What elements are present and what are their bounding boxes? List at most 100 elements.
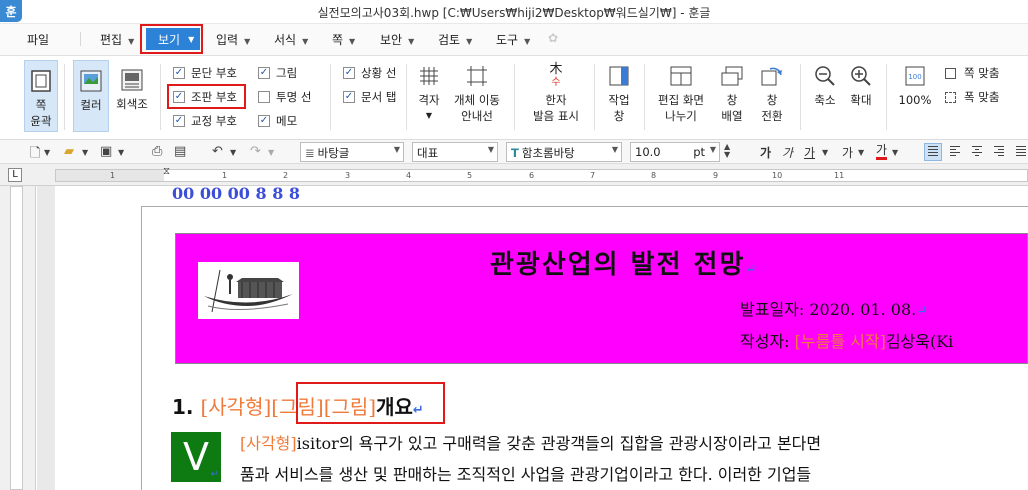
- chevron-down-icon: ▼: [709, 145, 716, 154]
- zoom-100-button[interactable]: 100 100%: [894, 62, 936, 108]
- size-stepper-icon[interactable]: ▲ ▼: [724, 143, 730, 159]
- indent-marker-icon[interactable]: ⧖: [163, 166, 170, 177]
- extra-icon[interactable]: ✿: [548, 31, 558, 45]
- chevron-down-icon[interactable]: ▼: [230, 148, 236, 157]
- menu-format[interactable]: 서식 ▼: [274, 31, 308, 48]
- checkbox: ✓: [258, 115, 270, 127]
- menu-file[interactable]: 파일: [27, 31, 49, 48]
- redo-icon[interactable]: ↷: [250, 144, 261, 159]
- align-center-button[interactable]: [968, 143, 986, 161]
- window-switch-button[interactable]: 창 전환: [754, 62, 790, 124]
- menu-review[interactable]: 검토 ▼: [438, 31, 472, 48]
- bold-button[interactable]: 가: [760, 144, 771, 161]
- chevron-down-icon[interactable]: ▼: [44, 148, 50, 157]
- menu-security[interactable]: 보안 ▼: [380, 31, 414, 48]
- style-select[interactable]: ≣ 바탕글 ▼: [300, 142, 404, 162]
- menu-page[interactable]: 쪽 ▼: [332, 31, 355, 48]
- strikethrough-button[interactable]: 가: [842, 144, 853, 161]
- save-icon[interactable]: ▣: [100, 144, 112, 159]
- hanja-icon: 木수: [549, 61, 563, 88]
- chevron-down-icon[interactable]: ▼: [858, 148, 864, 157]
- checkbox-paragraph-mark[interactable]: ✓ 문단 부호: [173, 65, 237, 81]
- page-outline-button[interactable]: 쪽 윤곽: [24, 60, 58, 132]
- font-color-button[interactable]: 가: [876, 144, 888, 160]
- ribbon-separator: [64, 64, 65, 130]
- fit-page-label: 쪽 맞춤: [964, 66, 1000, 80]
- author-line[interactable]: 작성자: [누름틀 시작]김상욱(Ki: [740, 328, 953, 352]
- chevron-down-icon[interactable]: ▼: [892, 148, 898, 157]
- chevron-down-icon[interactable]: ▼: [268, 148, 274, 157]
- open-folder-icon[interactable]: ▰: [64, 144, 74, 159]
- body-paragraph-line[interactable]: [사각형]isitor의 욕구가 있고 구매력을 갖춘 관광객들의 집합을 관광…: [240, 430, 821, 454]
- checkbox-transparent-line[interactable]: 투명 선: [258, 89, 311, 105]
- fit-page-button[interactable]: 쪽 맞춤: [945, 65, 999, 81]
- hanja-pronunciation-button[interactable]: 木수 한자 발음 표시: [525, 62, 587, 124]
- highlight-box-layout-mark: [167, 84, 246, 109]
- drop-cap-box[interactable]: V ↵: [171, 432, 221, 482]
- split-screen-button[interactable]: 편집 화면 나누기: [652, 62, 710, 124]
- boat-image[interactable]: [198, 262, 299, 319]
- margin-guide: [141, 206, 142, 490]
- checkbox-status-line[interactable]: ✓ 상황 선: [343, 65, 396, 81]
- color-label: 컬러: [80, 98, 102, 112]
- align-right-button[interactable]: [990, 143, 1008, 161]
- grayscale-label: 회색조: [116, 97, 148, 111]
- date-line[interactable]: 발표일자: 2020. 01. 08.↵: [740, 296, 927, 320]
- chevron-down-icon[interactable]: ▼: [82, 148, 88, 157]
- work-window-button[interactable]: 작업 창: [602, 62, 636, 124]
- color-view-button[interactable]: 컬러: [73, 60, 109, 132]
- zoom-out-button[interactable]: 축소: [808, 62, 842, 108]
- checkbox: ✓: [173, 67, 185, 79]
- font-type-icon: T: [511, 146, 519, 160]
- preview-icon[interactable]: ▤: [174, 144, 186, 159]
- menu-edit[interactable]: 편집 ▼: [100, 31, 134, 48]
- checkbox-label: 상황 선: [361, 66, 397, 80]
- date-value: 2020. 01. 08.: [809, 300, 917, 319]
- checkbox-memo[interactable]: ✓ 메모: [258, 113, 297, 129]
- grid-button[interactable]: 격자 ▼: [412, 62, 446, 124]
- undo-icon[interactable]: ↶: [212, 144, 223, 159]
- grid-label: 격자: [418, 93, 440, 107]
- page-outline-icon: [27, 67, 55, 95]
- body-paragraph-line[interactable]: 품과 서비스를 생산 및 판매하는 조직적인 사업을 관광기업이라고 한다. 이…: [240, 461, 811, 485]
- object-move-guide-button[interactable]: 개체 이동 안내선: [452, 62, 502, 124]
- ruler-number: 3: [345, 171, 351, 180]
- checkbox-picture[interactable]: ✓ 그림: [258, 65, 297, 81]
- font-size-input[interactable]: 10.0 pt ▼: [630, 142, 720, 162]
- menu-tools[interactable]: 도구 ▼: [496, 31, 530, 48]
- align-distribute-button[interactable]: [1012, 143, 1028, 161]
- checkbox-document-tab[interactable]: ✓ 문서 탭: [343, 89, 396, 105]
- shape-field-marker: [사각형]: [240, 434, 297, 453]
- font-select[interactable]: T 함초롬바탕 ▼: [506, 142, 622, 162]
- align-left-button[interactable]: [946, 143, 964, 161]
- italic-button[interactable]: 가: [782, 144, 793, 161]
- fit-width-button[interactable]: 폭 맞춤: [945, 89, 999, 105]
- grayscale-button[interactable]: 회색조: [114, 60, 150, 112]
- vertical-ruler[interactable]: [0, 186, 36, 490]
- document-title[interactable]: 관광산업의 발전 전망↵: [490, 244, 758, 281]
- chevron-down-icon: ▼: [393, 145, 400, 154]
- chevron-down-icon[interactable]: ▼: [118, 148, 124, 157]
- zoom-out-label: 축소: [814, 93, 836, 107]
- font-size-value: 10.0: [635, 145, 661, 159]
- menu-insert[interactable]: 입력 ▼: [216, 31, 250, 48]
- checkbox-revision-mark[interactable]: ✓ 교정 부호: [173, 113, 237, 129]
- chevron-down-icon: ▼: [302, 37, 309, 46]
- language-select[interactable]: 대표 ▼: [412, 142, 498, 162]
- ruler-scale[interactable]: [55, 169, 1028, 182]
- heading-number: 1.: [172, 395, 194, 419]
- ribbon-separator: [594, 64, 595, 130]
- ribbon-separator: [514, 64, 515, 130]
- print-icon[interactable]: ⎙: [152, 144, 162, 159]
- zoom-in-button[interactable]: 확대: [844, 62, 878, 108]
- grayscale-icon: [118, 66, 146, 94]
- chevron-down-icon[interactable]: ▼: [822, 148, 828, 157]
- checkbox-label: 그림: [276, 66, 298, 80]
- align-justify-button[interactable]: [924, 143, 942, 161]
- window-arrange-button[interactable]: 창 배열: [714, 62, 750, 124]
- horizontal-ruler[interactable]: L ⧖ 1 1 2 3 4 5 6 7 8 9 10 11: [0, 164, 1028, 186]
- partial-text-top[interactable]: 00 00 00 8 8 8: [172, 184, 300, 203]
- tab-type-selector[interactable]: L: [8, 168, 22, 182]
- underline-button[interactable]: 가: [804, 144, 815, 161]
- new-document-icon[interactable]: 🗋: [30, 144, 40, 166]
